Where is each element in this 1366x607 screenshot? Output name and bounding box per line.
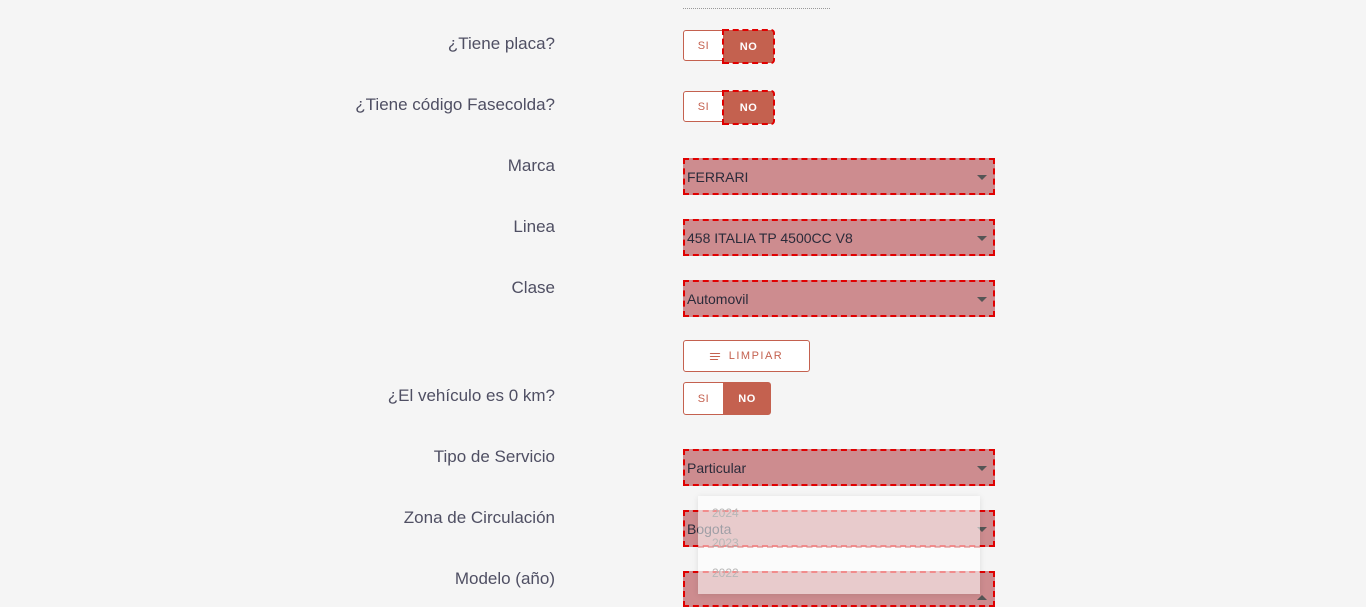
cero-km-toggle: SI NO bbox=[683, 382, 771, 415]
tipo-servicio-select[interactable]: Particular bbox=[683, 449, 995, 486]
marca-value: FERRARI bbox=[687, 168, 749, 185]
fasecolda-no-button[interactable]: NO bbox=[722, 90, 775, 125]
fasecolda-si-button[interactable]: SI bbox=[683, 91, 724, 122]
placa-label: ¿Tiene placa? bbox=[447, 34, 555, 53]
cero-km-label: ¿El vehículo es 0 km? bbox=[387, 386, 555, 405]
divider bbox=[698, 546, 980, 548]
clase-value: Automovil bbox=[687, 290, 749, 307]
marca-label: Marca bbox=[507, 156, 555, 175]
modelo-option[interactable]: 2022 bbox=[712, 566, 739, 580]
divider bbox=[683, 8, 830, 9]
zona-label: Zona de Circulación bbox=[403, 508, 555, 527]
tipo-servicio-value: Particular bbox=[687, 459, 747, 476]
caret-down-icon bbox=[977, 174, 987, 180]
caret-down-icon bbox=[977, 296, 987, 302]
linea-label: Linea bbox=[513, 217, 555, 236]
placa-toggle: SI NO bbox=[683, 29, 775, 64]
clear-lines-icon bbox=[709, 352, 721, 360]
linea-select[interactable]: 458 ITALIA TP 4500CC V8 bbox=[683, 219, 995, 256]
fasecolda-toggle: SI NO bbox=[683, 90, 775, 125]
cero-km-no-button[interactable]: NO bbox=[723, 382, 771, 415]
linea-value: 458 ITALIA TP 4500CC V8 bbox=[687, 229, 853, 246]
limpiar-label: LIMPIAR bbox=[728, 350, 784, 362]
modelo-option[interactable]: 2024 bbox=[712, 506, 739, 520]
modelo-label: Modelo (año) bbox=[454, 569, 555, 588]
marca-select[interactable]: FERRARI bbox=[683, 158, 995, 195]
cero-km-si-button[interactable]: SI bbox=[683, 382, 724, 415]
modelo-dropdown: 2024 2023 2022 bbox=[698, 496, 980, 594]
tipo-servicio-label: Tipo de Servicio bbox=[433, 447, 555, 466]
fasecolda-label: ¿Tiene código Fasecolda? bbox=[355, 95, 555, 114]
placa-no-button[interactable]: NO bbox=[722, 29, 775, 64]
caret-down-icon bbox=[977, 235, 987, 241]
caret-up-icon bbox=[977, 595, 987, 600]
clase-label: Clase bbox=[511, 278, 555, 297]
limpiar-button[interactable]: LIMPIAR bbox=[683, 340, 810, 372]
clase-select[interactable]: Automovil bbox=[683, 280, 995, 317]
placa-si-button[interactable]: SI bbox=[683, 30, 724, 61]
caret-down-icon bbox=[977, 465, 987, 471]
